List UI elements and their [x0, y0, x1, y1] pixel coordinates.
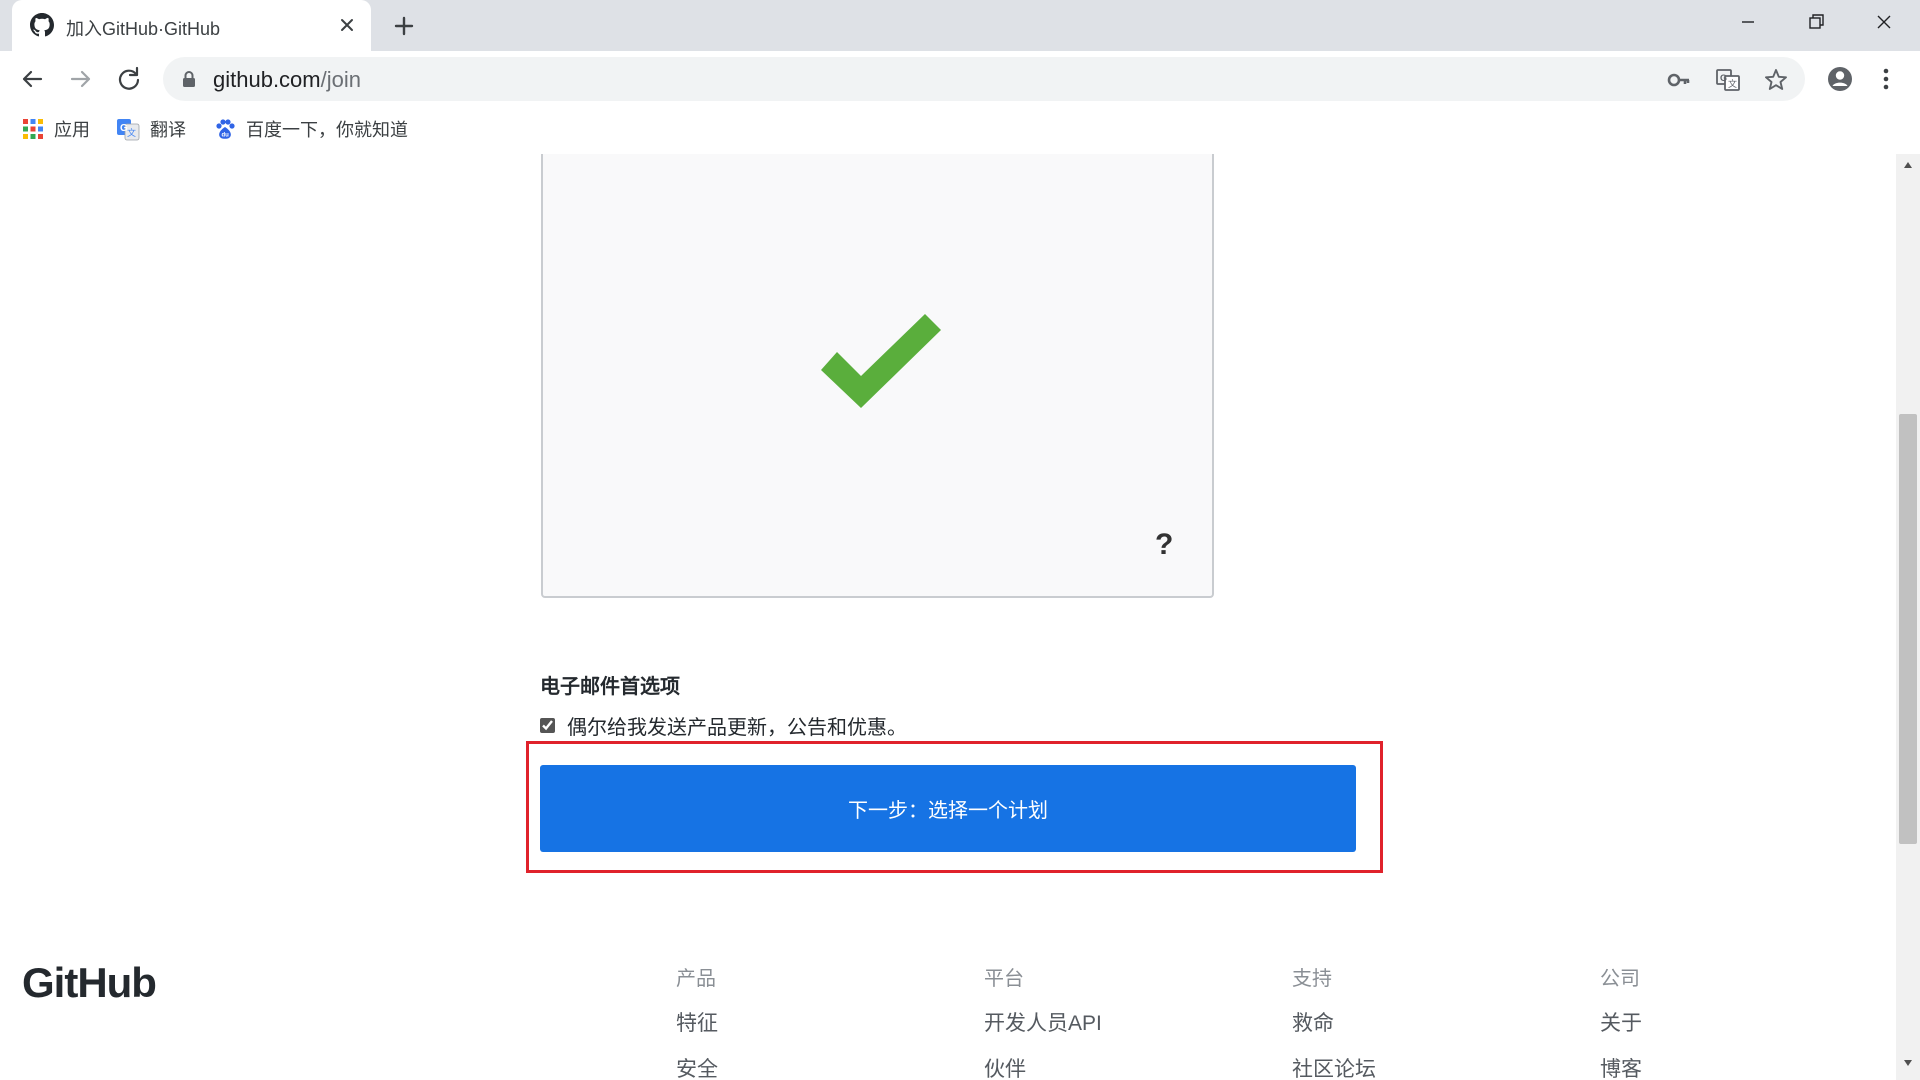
svg-text:du: du — [222, 133, 230, 139]
bookmark-translate[interactable]: G 文 翻译 — [116, 114, 186, 144]
scroll-up-arrow-icon[interactable] — [1902, 159, 1914, 171]
bookmarks-bar: 应用 G 文 翻译 du 百度一下，你就知道 — [0, 106, 1920, 154]
google-translate-icon: G 文 — [117, 119, 140, 141]
footer-link[interactable]: 伙伴 — [984, 1053, 1026, 1080]
bookmark-baidu[interactable]: du 百度一下，你就知道 — [214, 114, 408, 144]
captcha-verification-panel: ? — [541, 154, 1214, 598]
svg-text:G: G — [1720, 73, 1727, 83]
bookmark-star-icon[interactable] — [1763, 67, 1789, 93]
scroll-down-arrow-icon[interactable] — [1902, 1057, 1914, 1069]
apps-grid-icon — [23, 119, 43, 139]
translate-page-icon[interactable]: G 文 — [1715, 67, 1741, 93]
green-checkmark-icon — [821, 314, 941, 408]
baidu-paw-icon: du — [216, 119, 235, 139]
footer-heading: 平台 — [984, 968, 1024, 990]
password-key-icon[interactable] — [1666, 67, 1692, 93]
page-viewport: ? 电子邮件首选项 偶尔给我发送产品更新，公告和优惠。 下一步：选择一个计划 G… — [0, 154, 1896, 1080]
footer-link[interactable]: 救命 — [1292, 1007, 1334, 1037]
minimize-window-icon[interactable] — [1728, 8, 1768, 36]
footer-link[interactable]: 社区论坛 — [1292, 1053, 1376, 1080]
tab-title: 加入GitHub·GitHub — [66, 19, 221, 39]
reload-icon[interactable] — [113, 63, 145, 95]
footer-link[interactable]: 安全 — [676, 1053, 718, 1080]
browser-toolbar: github.com/join G 文 — [0, 51, 1920, 106]
email-updates-label: 偶尔给我发送产品更新，公告和优惠。 — [567, 717, 907, 739]
lock-icon[interactable] — [181, 70, 197, 88]
url-text[interactable]: github.com/join — [213, 67, 361, 93]
github-logo-icon — [30, 13, 54, 37]
footer-heading: 产品 — [676, 968, 716, 990]
forward-arrow-icon[interactable] — [65, 63, 97, 95]
bookmark-label: 应用 — [54, 120, 90, 140]
browser-tab[interactable]: 加入GitHub·GitHub — [12, 0, 371, 51]
tab-strip: 加入GitHub·GitHub — [0, 0, 1920, 51]
email-updates-option[interactable]: 偶尔给我发送产品更新，公告和优惠。 — [540, 711, 907, 740]
scrollbar-thumb[interactable] — [1899, 414, 1917, 844]
footer-link[interactable]: 关于 — [1600, 1007, 1642, 1037]
footer-github-logo[interactable]: GitHub — [22, 959, 157, 1007]
footer-heading: 公司 — [1600, 968, 1640, 990]
captcha-help-button[interactable]: ? — [1155, 528, 1173, 562]
back-arrow-icon[interactable] — [16, 63, 48, 95]
close-window-icon[interactable] — [1864, 8, 1904, 36]
next-choose-plan-button[interactable]: 下一步：选择一个计划 — [540, 765, 1356, 852]
page-scrollbar[interactable] — [1896, 154, 1920, 1080]
new-tab-plus-icon[interactable] — [390, 12, 418, 40]
address-bar[interactable]: github.com/join G 文 — [163, 57, 1805, 101]
bookmark-apps[interactable]: 应用 — [22, 114, 90, 144]
footer-heading: 支持 — [1292, 968, 1332, 990]
svg-text:文: 文 — [127, 127, 136, 139]
bookmark-label: 百度一下，你就知道 — [246, 120, 408, 140]
close-tab-icon[interactable] — [334, 12, 360, 38]
footer-link[interactable]: 开发人员API — [984, 1007, 1102, 1037]
profile-avatar-icon[interactable] — [1824, 63, 1856, 95]
footer-link[interactable]: 博客 — [1600, 1053, 1642, 1080]
footer-link[interactable]: 特征 — [676, 1007, 718, 1037]
svg-text:文: 文 — [1728, 78, 1737, 90]
bookmark-label: 翻译 — [150, 120, 186, 140]
kebab-menu-icon[interactable] — [1870, 63, 1902, 95]
email-updates-checkbox[interactable] — [540, 718, 555, 733]
email-preferences-heading: 电子邮件首选项 — [540, 676, 680, 698]
restore-window-icon[interactable] — [1796, 8, 1836, 36]
